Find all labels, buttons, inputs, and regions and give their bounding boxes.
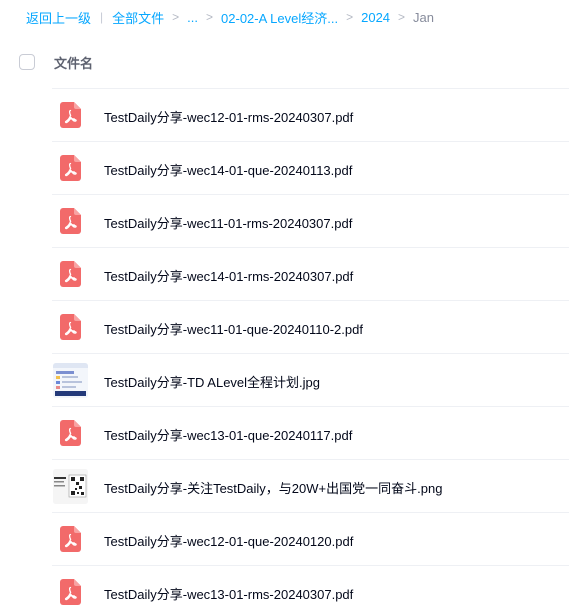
file-name[interactable]: TestDaily分享-wec11-01-que-20240110-2.pdf bbox=[104, 319, 363, 338]
file-row[interactable]: TestDaily分享-TD ALevel全程计划.jpg bbox=[52, 353, 569, 406]
file-name[interactable]: TestDaily分享-wec11-01-rms-20240307.pdf bbox=[104, 213, 352, 232]
pdf-file-icon bbox=[60, 155, 81, 181]
breadcrumb-ellipsis[interactable]: ... bbox=[187, 10, 198, 25]
chevron-right-icon: > bbox=[206, 10, 214, 24]
pdf-file-icon bbox=[60, 102, 81, 128]
image-thumbnail bbox=[53, 469, 88, 504]
file-row[interactable]: TestDaily分享-关注TestDaily，与20W+出国党一同奋斗.png bbox=[52, 459, 569, 512]
pdf-file-icon bbox=[60, 526, 81, 552]
breadcrumb-all-files[interactable]: 全部文件 bbox=[112, 8, 164, 27]
pdf-file-icon bbox=[60, 420, 81, 446]
pdf-file-icon bbox=[60, 579, 81, 605]
column-header-filename[interactable]: 文件名 bbox=[54, 53, 93, 72]
list-header: 文件名 bbox=[0, 44, 569, 80]
file-name[interactable]: TestDaily分享-关注TestDaily，与20W+出国党一同奋斗.png bbox=[104, 478, 442, 497]
image-thumbnail bbox=[53, 363, 88, 398]
pdf-file-icon bbox=[60, 261, 81, 287]
file-list: TestDaily分享-wec12-01-rms-20240307.pdf Te… bbox=[0, 88, 569, 614]
file-name[interactable]: TestDaily分享-wec12-01-rms-20240307.pdf bbox=[104, 107, 353, 126]
file-name[interactable]: TestDaily分享-wec13-01-que-20240117.pdf bbox=[104, 425, 352, 444]
file-name[interactable]: TestDaily分享-wec13-01-rms-20240307.pdf bbox=[104, 584, 353, 603]
file-name[interactable]: TestDaily分享-wec12-01-que-20240120.pdf bbox=[104, 531, 353, 550]
back-link[interactable]: 返回上一级 bbox=[26, 8, 91, 27]
file-row[interactable]: TestDaily分享-wec11-01-rms-20240307.pdf bbox=[52, 194, 569, 247]
file-row[interactable]: TestDaily分享-wec12-01-rms-20240307.pdf bbox=[52, 88, 569, 141]
file-row[interactable]: TestDaily分享-wec14-01-que-20240113.pdf bbox=[52, 141, 569, 194]
breadcrumb-folder[interactable]: 02-02-A Level经济... bbox=[221, 8, 338, 27]
breadcrumb-divider: | bbox=[100, 10, 104, 24]
chevron-right-icon: > bbox=[346, 10, 354, 24]
breadcrumb-year[interactable]: 2024 bbox=[361, 10, 390, 25]
select-all-checkbox[interactable] bbox=[19, 54, 35, 70]
file-name[interactable]: TestDaily分享-TD ALevel全程计划.jpg bbox=[104, 372, 320, 391]
pdf-file-icon bbox=[60, 314, 81, 340]
chevron-right-icon: > bbox=[398, 10, 406, 24]
file-row[interactable]: TestDaily分享-wec13-01-que-20240117.pdf bbox=[52, 406, 569, 459]
pdf-file-icon bbox=[60, 208, 81, 234]
breadcrumb: 返回上一级 | 全部文件 > ... > 02-02-A Level经济... … bbox=[0, 0, 569, 34]
file-row[interactable]: TestDaily分享-wec11-01-que-20240110-2.pdf bbox=[52, 300, 569, 353]
file-row[interactable]: TestDaily分享-wec13-01-rms-20240307.pdf bbox=[52, 565, 569, 614]
chevron-right-icon: > bbox=[172, 10, 180, 24]
breadcrumb-current: Jan bbox=[413, 9, 435, 25]
file-row[interactable]: TestDaily分享-wec12-01-que-20240120.pdf bbox=[52, 512, 569, 565]
file-name[interactable]: TestDaily分享-wec14-01-rms-20240307.pdf bbox=[104, 266, 353, 285]
file-row[interactable]: TestDaily分享-wec14-01-rms-20240307.pdf bbox=[52, 247, 569, 300]
file-name[interactable]: TestDaily分享-wec14-01-que-20240113.pdf bbox=[104, 160, 352, 179]
